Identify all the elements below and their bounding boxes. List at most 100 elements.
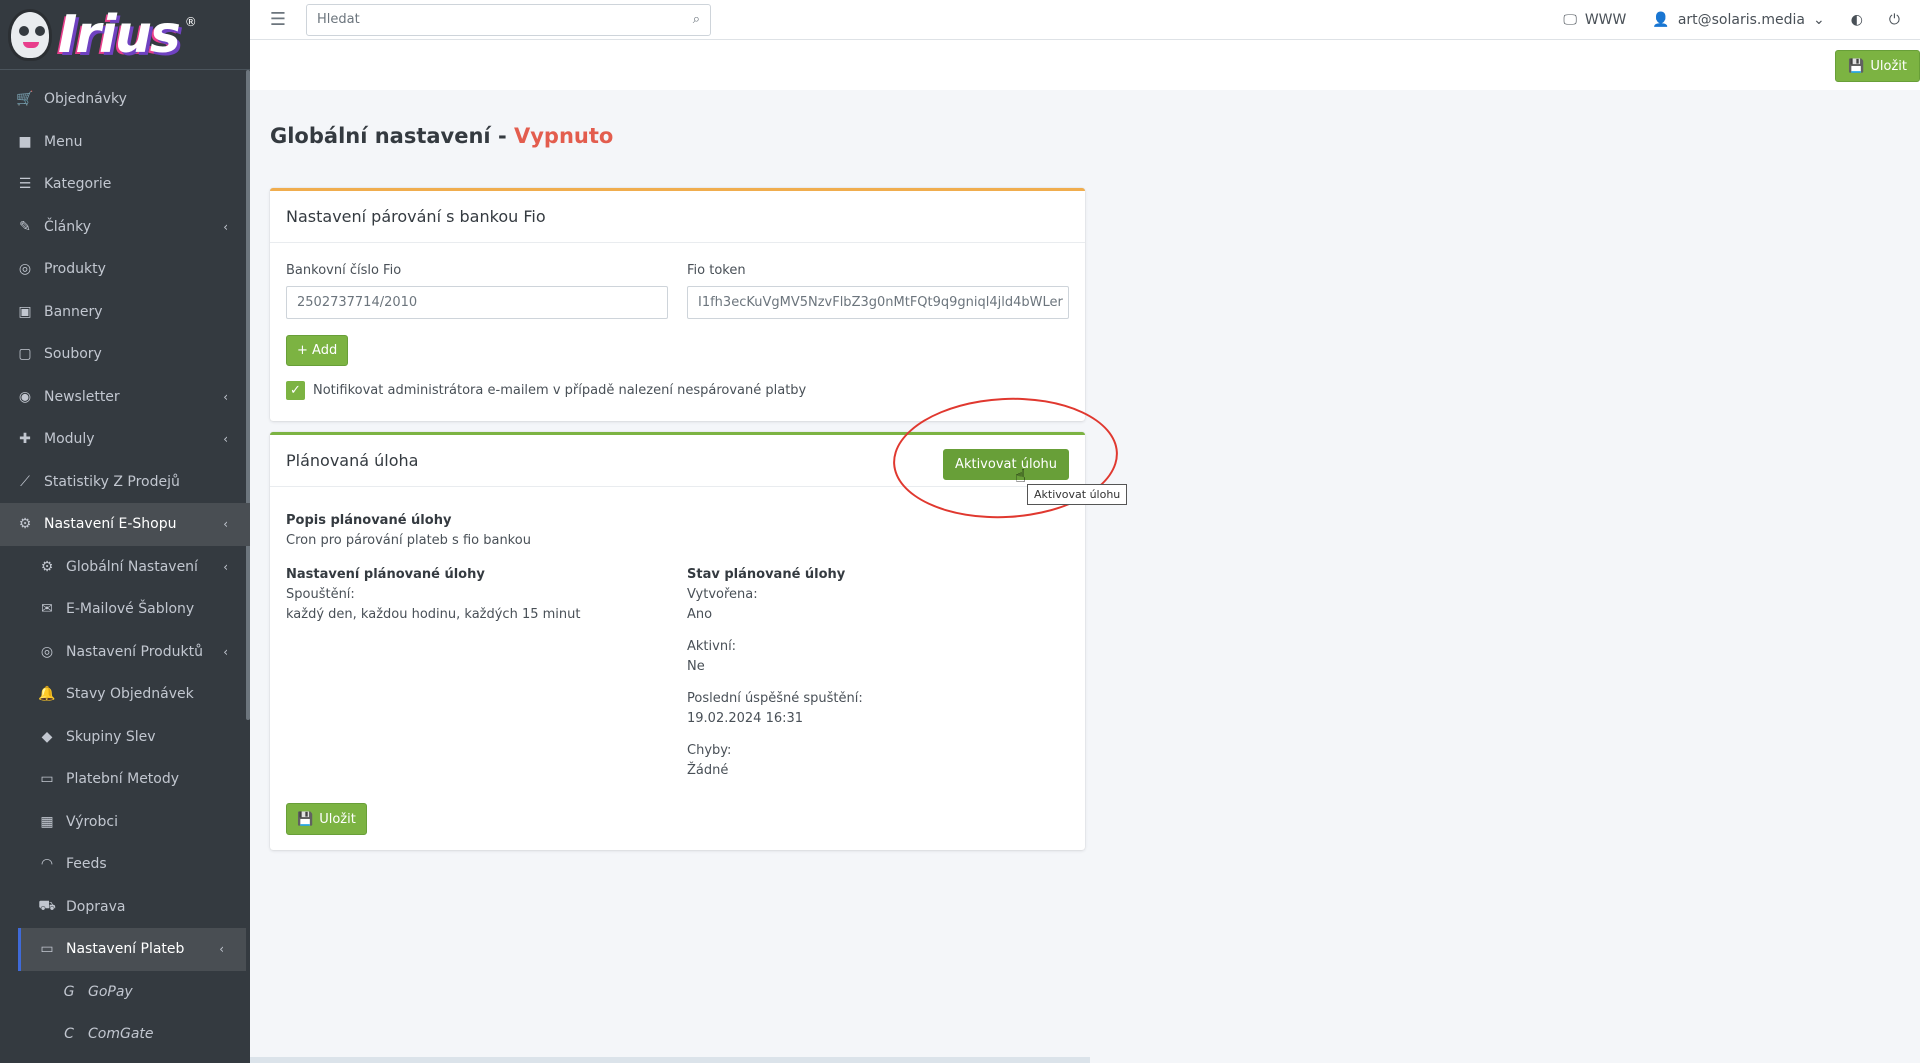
chevron-left-icon: ‹ (223, 644, 228, 659)
created-label: Vytvořena: (687, 587, 758, 602)
sidebar-item-gopay[interactable]: G GoPay (0, 971, 250, 1014)
sidebar-item-label: Doprava (66, 898, 126, 915)
chart-line-icon: ⟋ (20, 473, 30, 490)
sidebar-item-label: Výrobci (66, 813, 118, 830)
hand-cursor-icon: ☝ (1015, 466, 1026, 487)
logo-text: Irius (58, 4, 181, 65)
sidebar-item-label: Produkty (44, 261, 106, 278)
sidebar-item-comgate[interactable]: C ComGate (0, 1013, 250, 1056)
chevron-left-icon: ‹ (223, 389, 228, 404)
run-label: Spouštění: (286, 587, 355, 602)
sidebar-item-label: Newsletter (44, 388, 120, 405)
sidebar-item-label: Globální Nastavení (66, 558, 198, 575)
www-link[interactable]: 🖵 WWW (1563, 12, 1626, 28)
sidebar-item-payment-methods[interactable]: ▭ Platební Metody (0, 758, 250, 801)
chevron-left-icon: ‹ (219, 942, 224, 957)
task-description-heading: Popis plánované úlohy (286, 513, 452, 528)
add-button[interactable]: + Add (286, 335, 349, 366)
puzzle-icon: ✚ (19, 431, 31, 448)
header-save-button[interactable]: 💾 Uložit (1835, 50, 1920, 82)
sidebar-item-label: Feeds (66, 856, 107, 873)
sidebar-item-menu[interactable]: ■ Menu (0, 121, 250, 164)
active-value: Ne (687, 659, 705, 674)
sidebar-item-manufacturers[interactable]: ▦ Výrobci (0, 801, 250, 844)
sidebar-item-banners[interactable]: ▣ Bannery (0, 291, 250, 334)
sidebar-item-articles[interactable]: ✎ Články ‹ (0, 206, 250, 249)
fio-settings-card: Nastavení párování s bankou Fio Bankovní… (270, 188, 1085, 421)
sidebar-item-files[interactable]: ▢ Soubory (0, 333, 250, 376)
sidebar-item-order-states[interactable]: 🔔 Stavy Objednávek (0, 673, 250, 716)
created-value: Ano (687, 607, 713, 622)
sidebar-item-eshop-settings[interactable]: ⚙ Nastavení E-Shopu ‹ (0, 503, 250, 546)
sidebar-item-sales-stats[interactable]: ⟋ Statistiky Z Prodejů (0, 461, 250, 504)
save-label: Uložit (1870, 58, 1907, 74)
content-header-bar: 💾 Uložit (250, 40, 1920, 90)
user-email: art@solaris.media (1677, 12, 1805, 28)
bottom-status-strip (250, 1057, 1090, 1063)
page-title-text: Globální nastavení - (270, 124, 507, 148)
sidebar-item-email-templates[interactable]: ✉ E-Mailové Šablony (0, 588, 250, 631)
sidebar-item-modules[interactable]: ✚ Moduly ‹ (0, 418, 250, 461)
task-card-title: Plánovaná úloha (286, 451, 419, 470)
sidebar-item-label: Články (44, 218, 92, 235)
sidebar-item-product-settings[interactable]: ◎ Nastavení Produktů ‹ (0, 631, 250, 674)
sidebar-item-products[interactable]: ◎ Produkty (0, 248, 250, 291)
sidebar-item-label: Kategorie (44, 176, 112, 193)
topbar: ☰ Hledat ⌕ 🖵 WWW 👤 art@solaris.media ⌄ ◐ ⏻ (250, 0, 1920, 40)
sidebar: Irius ® 🛒 Objednávky ■ Menu ☰ Kategorie ✎ Čl… (0, 0, 250, 1063)
status-badge: Vypnuto (513, 124, 614, 148)
account-number-input[interactable]: 2502737714/2010 (286, 286, 668, 319)
search-placeholder: Hledat (317, 12, 360, 27)
tag-icon: ◆ (41, 728, 53, 745)
user-menu[interactable]: 👤 art@solaris.media ⌄ (1652, 12, 1824, 28)
sidebar-item-shipping[interactable]: ⛟ Doprava (0, 886, 250, 929)
chevron-down-icon: ⌄ (1812, 12, 1825, 28)
logo: Irius ® (8, 4, 197, 65)
sidebar-item-label: Objednávky (44, 91, 127, 108)
notify-admin-label: Notifikovat administrátora e-mailem v př… (313, 383, 807, 398)
hamburger-menu-icon[interactable]: ☰ (258, 9, 298, 30)
chevron-left-icon: ‹ (223, 517, 228, 532)
basketball-icon: ◎ (40, 643, 54, 660)
www-label: WWW (1584, 12, 1627, 28)
search-icon[interactable]: ⌕ (693, 12, 700, 27)
sidebar-item-orders[interactable]: 🛒 Objednávky (0, 78, 250, 121)
sidebar-item-label: Skupiny Slev (66, 728, 156, 745)
token-field-group: Fio token I1fh3ecKuVgMV5NzvFlbZ3g0nMtFQt… (687, 263, 1069, 319)
brand[interactable]: Irius ® (0, 0, 250, 70)
task-state: Stav plánované úlohy Vytvořena: Ano Akti… (687, 565, 863, 781)
search-input[interactable]: Hledat ⌕ (306, 3, 711, 36)
task-description: Popis plánované úlohy Cron pro párování … (286, 511, 531, 551)
account-field-group: Bankovní číslo Fio 2502737714/2010 (286, 263, 668, 319)
fio-token-input[interactable]: I1fh3ecKuVgMV5NzvFlbZ3g0nMtFQt9q9gniql4j… (687, 286, 1069, 319)
monitor-search-icon: 🖵 (1563, 12, 1577, 28)
truck-icon: ⛟ (38, 897, 56, 914)
sidebar-item-feeds[interactable]: ◠ Feeds (0, 843, 250, 886)
sidebar-item-discount-groups[interactable]: ◆ Skupiny Slev (0, 716, 250, 759)
task-save-button[interactable]: 💾 Uložit (286, 803, 367, 835)
notify-admin-checkbox[interactable]: ✓ (286, 381, 305, 400)
sidebar-item-categories[interactable]: ☰ Kategorie (0, 163, 250, 206)
image-icon: ▣ (18, 303, 32, 320)
sidebar-item-global-settings[interactable]: ⚙ Globální Nastavení ‹ (0, 546, 250, 589)
save-label: Uložit (319, 811, 356, 827)
sidebar-item-newsletter[interactable]: ◉ Newsletter ‹ (0, 376, 250, 419)
power-icon[interactable]: ⏻ (1889, 12, 1900, 28)
chevron-left-icon: ‹ (223, 219, 228, 234)
sidebar-item-label: Menu (44, 133, 83, 150)
comgate-icon: C (64, 1026, 74, 1043)
page-title: Globální nastavení - Vypnuto (270, 124, 613, 148)
rss-icon: ◠ (40, 856, 54, 873)
language-flag-icon[interactable]: ◐ (1851, 12, 1863, 28)
sidebar-item-payment-settings[interactable]: ▭ Nastavení Plateb ‹ (18, 928, 246, 971)
sidebar-item-label: GoPay (88, 983, 133, 1000)
task-description-text: Cron pro párování plateb s fio bankou (286, 533, 531, 548)
gear-icon: ⚙ (40, 558, 54, 575)
sidebar-item-label: Nastavení Plateb (66, 941, 185, 958)
notify-admin-checkbox-row[interactable]: ✓ Notifikovat administrátora e-mailem v … (286, 381, 806, 400)
credit-card-icon: ▭ (40, 941, 54, 958)
chevron-left-icon: ‹ (223, 432, 228, 447)
token-label: Fio token (687, 263, 746, 278)
user-icon: 👤 (1652, 12, 1670, 28)
fio-card-title: Nastavení párování s bankou Fio (270, 191, 1085, 243)
